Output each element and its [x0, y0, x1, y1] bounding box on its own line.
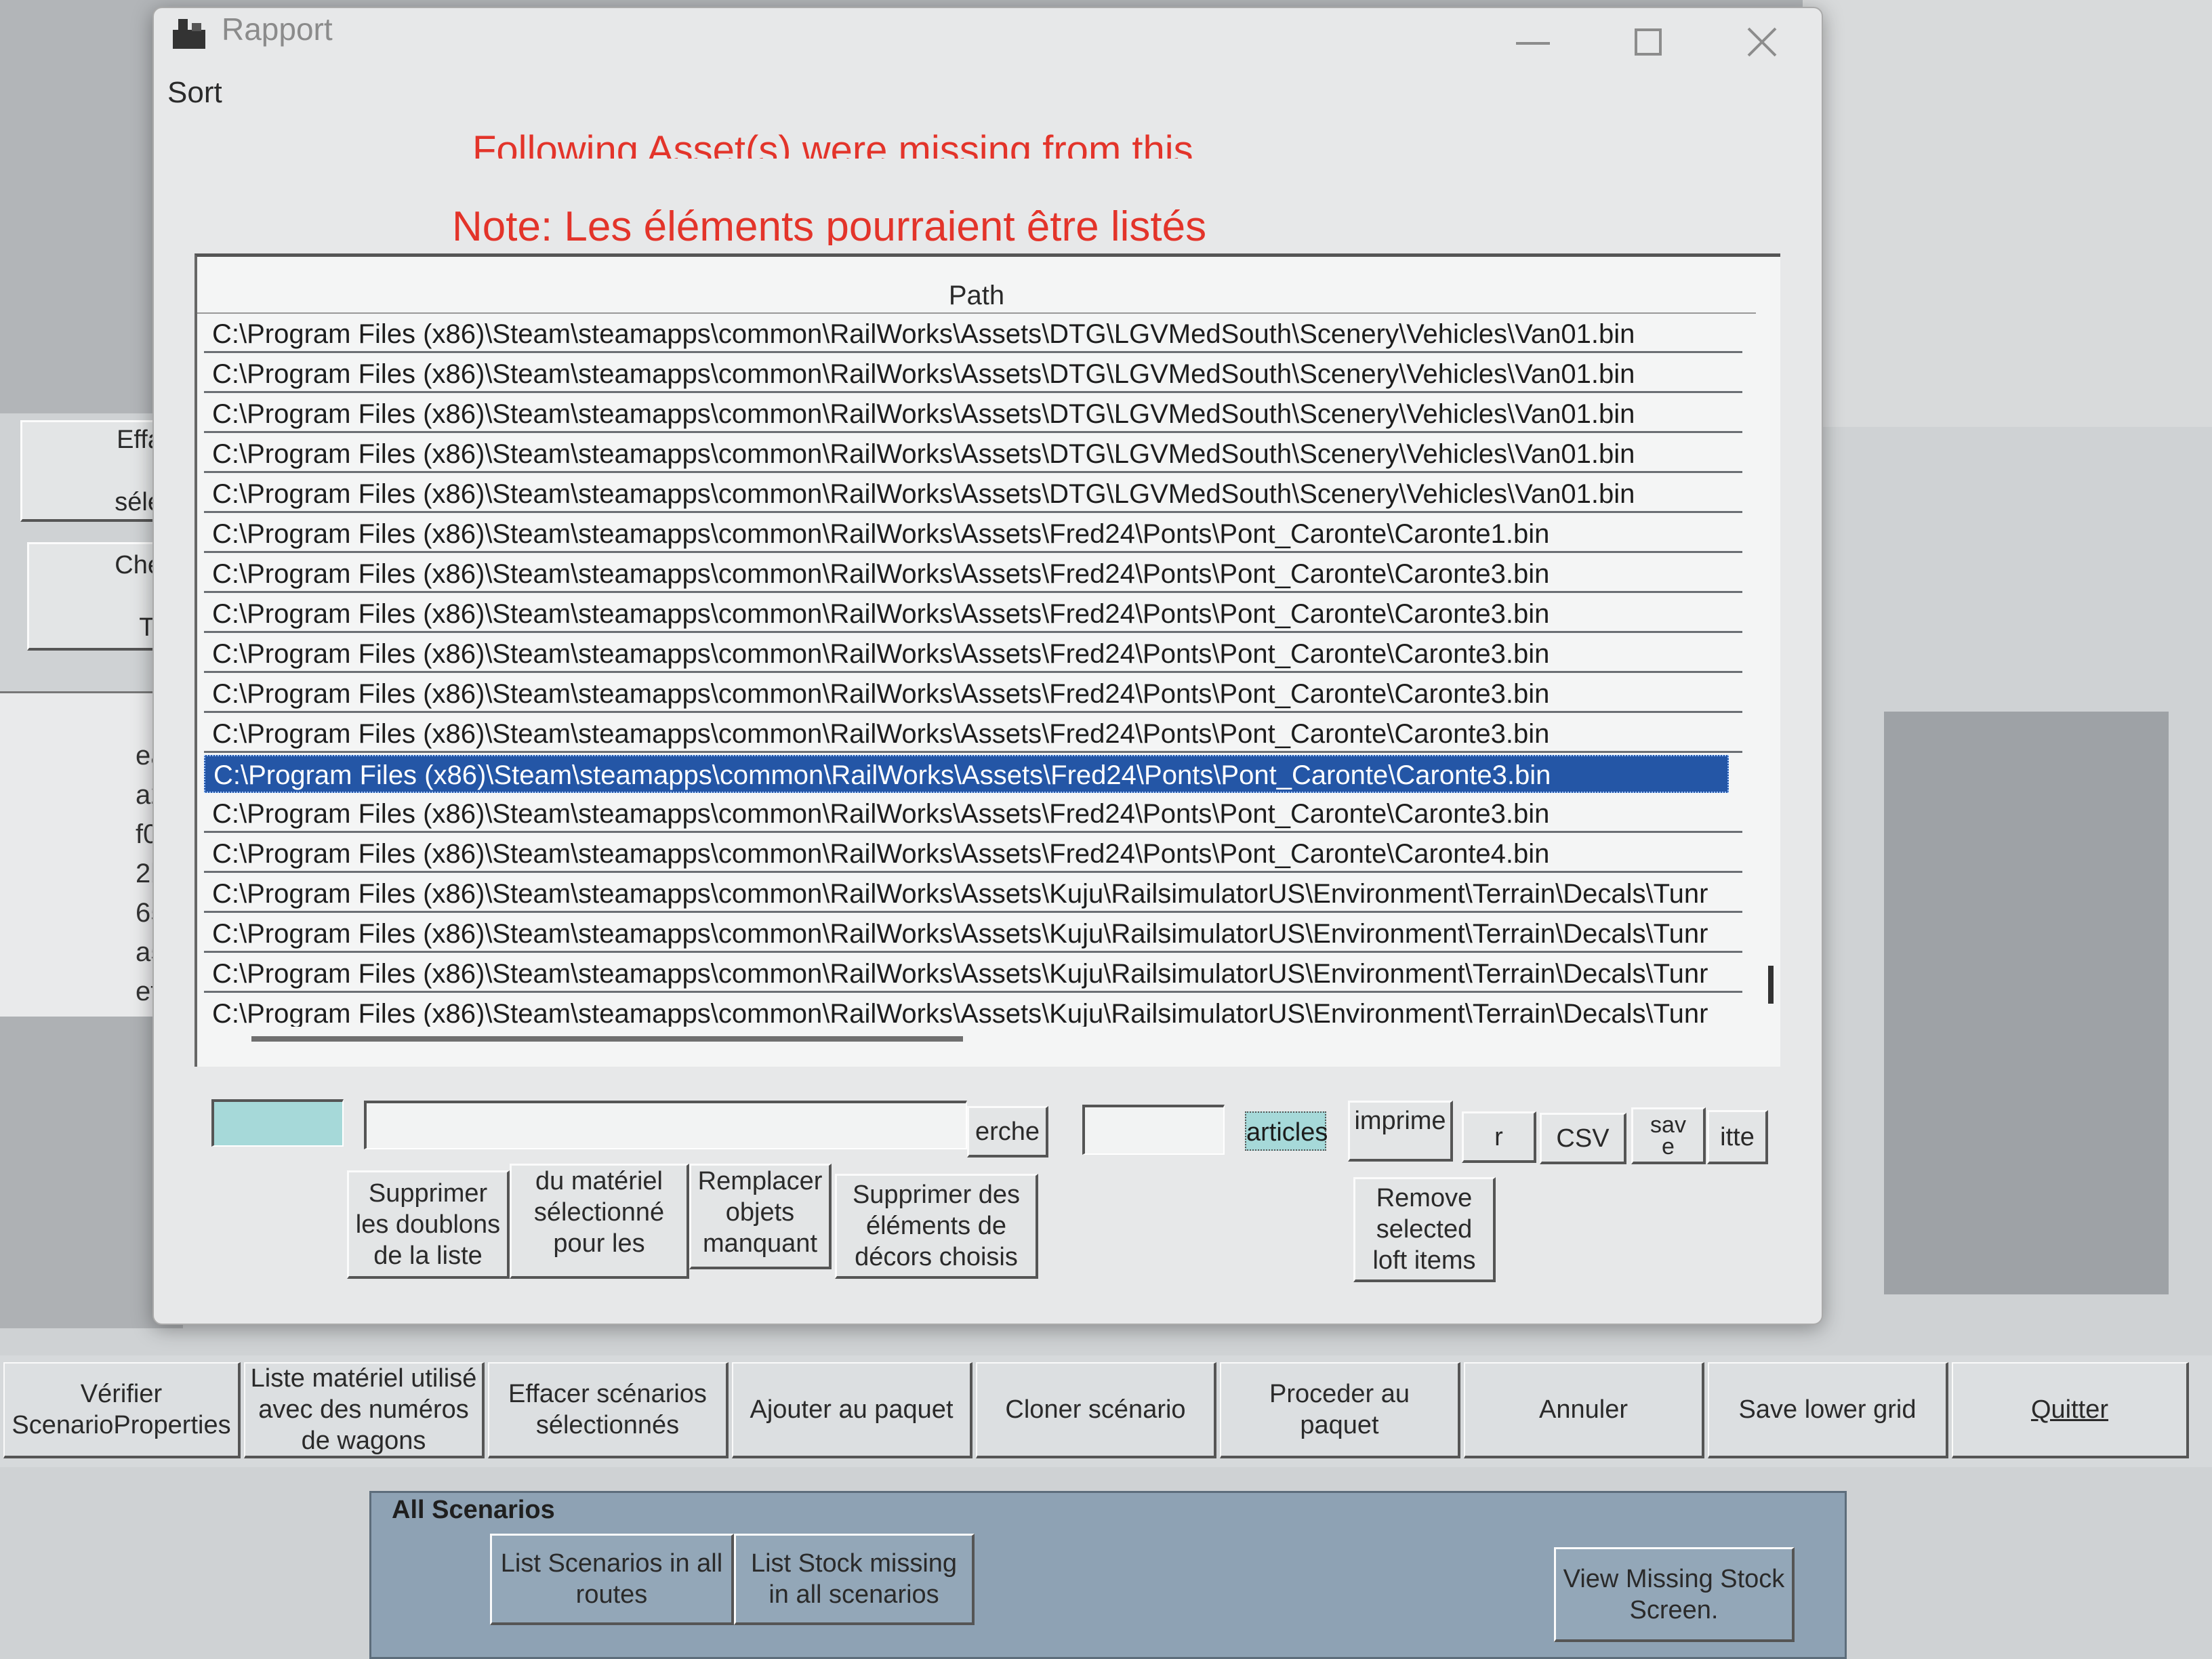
selected-material-button[interactable]: du matériel sélectionné pour les: [510, 1164, 689, 1279]
articles-label: articles: [1245, 1111, 1328, 1151]
table-row[interactable]: C:\Program Files (x86)\Steam\steamapps\c…: [204, 715, 1742, 753]
note-message: Note: Les éléments pourraient être listé…: [452, 203, 1207, 245]
table-row[interactable]: C:\Program Files (x86)\Steam\steamapps\c…: [204, 475, 1742, 513]
save-lower-grid-button[interactable]: Save lower grid: [1708, 1362, 1948, 1458]
teal-count-field[interactable]: [211, 1099, 344, 1147]
remove-duplicates-button[interactable]: Supprimer les doublons de la liste: [347, 1170, 510, 1279]
close-icon[interactable]: [1743, 23, 1781, 61]
table-row[interactable]: C:\Program Files (x86)\Steam\steamapps\c…: [204, 515, 1742, 553]
table-row[interactable]: C:\Program Files (x86)\Steam\steamapps\c…: [204, 555, 1742, 593]
table-row[interactable]: C:\Program Files (x86)\Steam\steamapps\c…: [204, 835, 1742, 873]
table-header-path[interactable]: Path: [197, 277, 1756, 314]
scrollbar-thumb[interactable]: [1768, 966, 1774, 1004]
dialog-title-bar: Rapport: [154, 8, 1822, 69]
quit-button[interactable]: Quitter: [1952, 1362, 2189, 1458]
search-input[interactable]: [364, 1101, 967, 1149]
table-row[interactable]: C:\Program Files (x86)\Steam\steamapps\c…: [204, 915, 1742, 953]
add-to-package-button[interactable]: Ajouter au paquet: [732, 1362, 972, 1458]
all-scenarios-panel: All Scenarios List Scenarios in all rout…: [369, 1491, 1847, 1659]
rolling-stock-list-button[interactable]: Liste matériel utilisé avec des numéros …: [244, 1362, 485, 1458]
maximize-icon[interactable]: [1635, 28, 1662, 56]
r-button[interactable]: r: [1462, 1111, 1536, 1163]
proceed-package-button[interactable]: Proceder au paquet: [1220, 1362, 1460, 1458]
table-row[interactable]: C:\Program Files (x86)\Steam\steamapps\c…: [204, 595, 1742, 633]
table-row[interactable]: C:\Program Files (x86)\Steam\steamapps\c…: [204, 995, 1742, 1027]
rapport-dialog: Rapport Sort Following Asset(s) were mis…: [152, 7, 1823, 1325]
delete-scenarios-button[interactable]: Effacer scénarios sélectionnés: [488, 1362, 729, 1458]
remove-loft-button[interactable]: Remove selected loft items: [1353, 1177, 1496, 1282]
table-row[interactable]: C:\Program Files (x86)\Steam\steamapps\c…: [204, 875, 1742, 913]
quit-dialog-button[interactable]: itte: [1707, 1110, 1768, 1164]
save-button[interactable]: sav e: [1631, 1107, 1706, 1164]
print-button[interactable]: imprime: [1348, 1101, 1453, 1162]
missing-assets-table: Path C:\Program Files (x86)\Steam\steama…: [194, 253, 1780, 1067]
table-row[interactable]: C:\Program Files (x86)\Steam\steamapps\c…: [204, 315, 1742, 353]
menu-sort[interactable]: Sort: [167, 76, 222, 110]
table-row[interactable]: C:\Program Files (x86)\Steam\steamapps\c…: [204, 955, 1742, 993]
panel-legend: All Scenarios: [392, 1496, 555, 1524]
search-button[interactable]: erche: [967, 1106, 1048, 1158]
verify-scenario-properties-button[interactable]: Vérifier ScenarioProperties: [3, 1362, 241, 1458]
table-row[interactable]: C:\Program Files (x86)\Steam\steamapps\c…: [204, 355, 1742, 393]
table-body: C:\Program Files (x86)\Steam\steamapps\c…: [204, 315, 1742, 1027]
table-row[interactable]: C:\Program Files (x86)\Steam\steamapps\c…: [204, 675, 1742, 713]
cancel-button[interactable]: Annuler: [1464, 1362, 1704, 1458]
app-icon: [169, 14, 209, 54]
table-row[interactable]: C:\Program Files (x86)\Steam\steamapps\c…: [204, 755, 1729, 793]
missing-assets-message: Following Asset(s) were missing from thi…: [472, 128, 1193, 159]
clone-scenario-button[interactable]: Cloner scénario: [976, 1362, 1216, 1458]
list-stock-missing-button[interactable]: List Stock missing in all scenarios: [734, 1534, 975, 1625]
view-missing-stock-button[interactable]: View Missing Stock Screen.: [1554, 1547, 1795, 1642]
table-row[interactable]: C:\Program Files (x86)\Steam\steamapps\c…: [204, 795, 1742, 833]
csv-button[interactable]: CSV: [1540, 1113, 1626, 1164]
table-row[interactable]: C:\Program Files (x86)\Steam\steamapps\c…: [204, 435, 1742, 473]
right-dark-area: [1884, 712, 2169, 1294]
table-row[interactable]: C:\Program Files (x86)\Steam\steamapps\c…: [204, 635, 1742, 673]
minimize-icon[interactable]: [1516, 42, 1550, 45]
count-field[interactable]: [1082, 1105, 1225, 1155]
list-scenarios-button[interactable]: List Scenarios in all routes: [490, 1534, 734, 1625]
vertical-scrollbar[interactable]: [1763, 315, 1780, 1027]
horizontal-scrollbar[interactable]: [251, 1036, 963, 1042]
top-right-gray: [1803, 0, 2212, 427]
table-row[interactable]: C:\Program Files (x86)\Steam\steamapps\c…: [204, 395, 1742, 433]
dialog-title: Rapport: [222, 12, 333, 47]
replace-missing-button[interactable]: Remplacer objets manquant: [689, 1164, 832, 1269]
remove-scenery-button[interactable]: Supprimer des éléments de décors choisis: [835, 1174, 1038, 1279]
